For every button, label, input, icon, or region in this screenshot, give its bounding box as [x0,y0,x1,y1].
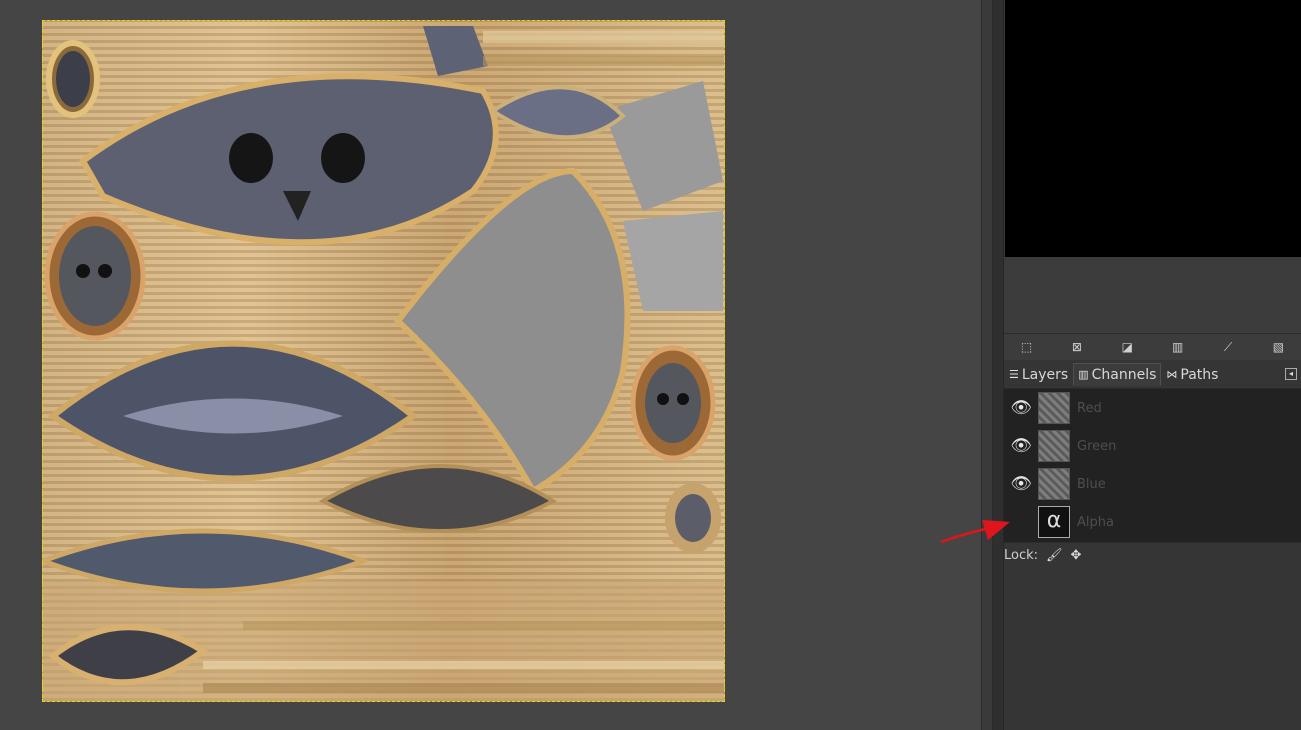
canvas-area[interactable] [0,0,981,730]
channel-row-red[interactable]: 👁 Red [1004,389,1301,427]
lock-label: Lock: [1004,547,1039,563]
lock-pixels-icon[interactable]: 🖌 [1046,548,1063,563]
tab-paths[interactable]: ⋈ Paths [1161,363,1223,386]
tab-channels[interactable]: ▥ Channels [1073,363,1162,386]
channel-thumbnail [1038,468,1070,500]
dock-splitter-secondary[interactable] [993,0,1004,730]
gimp-window: ⬚ ⊠ ◪ ▥ ⟋ ▧ ☰ Layers ▥ Channels ⋈ Paths … [0,0,1301,730]
eye-icon[interactable]: 👁 [1004,474,1038,494]
dock-menu-button[interactable]: ◂ [1285,368,1297,380]
dock-tabs: ☰ Layers ▥ Channels ⋈ Paths ◂ [1004,362,1301,386]
eye-icon[interactable]: 👁 [1004,436,1038,456]
annotation-arrow-icon [940,520,1010,544]
channel-name: Red [1077,400,1102,416]
duplicate-channel-icon[interactable]: ▥ [1171,340,1184,354]
right-dock: ⬚ ⊠ ◪ ▥ ⟋ ▧ ☰ Layers ▥ Channels ⋈ Paths … [1004,0,1301,730]
new-channel-icon[interactable]: ▧ [1272,340,1285,354]
image-canvas[interactable] [42,20,725,702]
navigation-preview[interactable] [1005,0,1301,257]
channel-name: Green [1077,438,1117,454]
dock-empty-area [1004,257,1301,333]
tab-label: Channels [1091,366,1157,383]
tab-label: Layers [1021,366,1069,383]
tab-label: Paths [1180,366,1219,383]
lock-position-icon[interactable]: ✥ [1071,548,1082,563]
channel-thumbnail-alpha: α [1038,506,1070,538]
channel-name: Blue [1077,476,1106,492]
eye-icon[interactable]: 👁 [1004,398,1038,418]
channel-list: 👁 Red 👁 Green 👁 Blue α Alpha [1004,388,1301,542]
dock-splitter[interactable] [981,0,993,730]
channel-to-path-icon[interactable]: ⟋ [1222,340,1235,354]
tab-layers[interactable]: ☰ Layers [1004,363,1073,386]
channel-row-alpha[interactable]: α Alpha [1004,503,1301,541]
channel-thumbnail [1038,392,1070,424]
layers-icon: ☰ [1009,368,1019,381]
channel-row-green[interactable]: 👁 Green [1004,427,1301,465]
dock-empty-area [1004,567,1301,730]
channel-name: Alpha [1077,514,1114,530]
channel-thumbnail [1038,430,1070,462]
lock-bar: Lock: 🖌 ✥ [1004,542,1301,567]
paths-icon: ⋈ [1166,368,1178,381]
selection-to-channel-icon[interactable]: ⬚ [1020,340,1033,354]
texture-image [43,21,724,701]
channels-icon: ▥ [1078,368,1089,381]
edit-channel-icon[interactable]: ◪ [1121,340,1134,354]
channel-row-blue[interactable]: 👁 Blue [1004,465,1301,503]
channel-toolbar: ⬚ ⊠ ◪ ▥ ⟋ ▧ [1004,333,1301,360]
delete-channel-icon[interactable]: ⊠ [1070,340,1083,354]
